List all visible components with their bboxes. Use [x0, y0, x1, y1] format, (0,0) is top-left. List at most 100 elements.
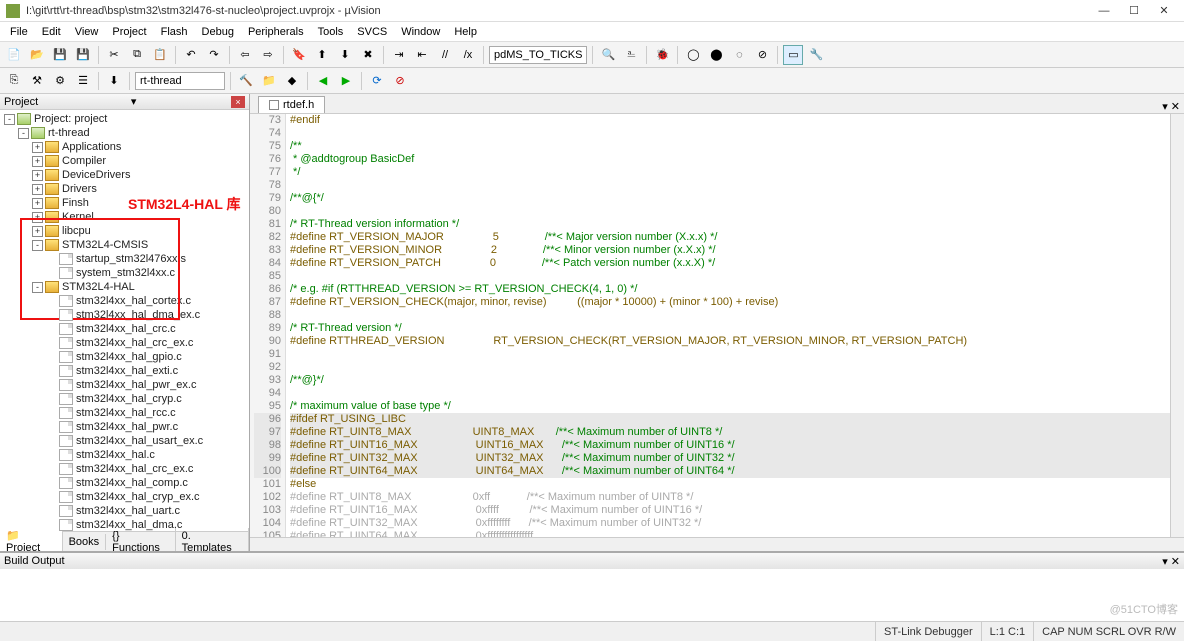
- incremental-find-icon[interactable]: ⎁: [621, 45, 641, 65]
- find-combo[interactable]: pdMS_TO_TICKS: [489, 46, 587, 64]
- close-button[interactable]: ✕: [1150, 2, 1178, 20]
- debug-icon[interactable]: 🐞: [652, 45, 672, 65]
- tree-node[interactable]: -STM32L4-HAL: [0, 280, 249, 294]
- bookmark-prev-icon[interactable]: ⬆: [312, 45, 332, 65]
- save-icon[interactable]: 💾: [50, 45, 70, 65]
- code-editor[interactable]: #endif/** * @addtogroup BasicDef *//**@{…: [286, 114, 1184, 537]
- batch-build-icon[interactable]: ☰: [73, 71, 93, 91]
- panel-pin-icon[interactable]: ▾ ✕: [1162, 555, 1180, 568]
- breakpoint-kill-icon[interactable]: ⊘: [752, 45, 772, 65]
- manage-icon[interactable]: ◆: [282, 71, 302, 91]
- menu-window[interactable]: Window: [395, 24, 446, 40]
- uncomment-icon[interactable]: /x: [458, 45, 478, 65]
- copy-icon[interactable]: ⧉: [127, 45, 147, 65]
- rebuild-icon[interactable]: ⚙: [50, 71, 70, 91]
- menu-edit[interactable]: Edit: [36, 24, 67, 40]
- open-icon[interactable]: 📂: [27, 45, 47, 65]
- titlebar: I:\git\rtt\rt-thread\bsp\stm32\stm32l476…: [0, 0, 1184, 22]
- paste-icon[interactable]: 📋: [150, 45, 170, 65]
- new-file-icon[interactable]: 📄: [4, 45, 24, 65]
- undo-icon[interactable]: ↶: [181, 45, 201, 65]
- tree-node[interactable]: stm32l4xx_hal_gpio.c: [0, 350, 249, 364]
- breakpoint-enable-icon[interactable]: ⬤: [706, 45, 726, 65]
- panel-pin-icon[interactable]: ▾: [131, 95, 137, 108]
- target-combo[interactable]: rt-thread: [135, 72, 225, 90]
- vertical-scrollbar[interactable]: [1170, 114, 1184, 537]
- nav-back-icon[interactable]: ⇦: [235, 45, 255, 65]
- tree-node[interactable]: stm32l4xx_hal.c: [0, 448, 249, 462]
- tree-node[interactable]: stm32l4xx_hal_rcc.c: [0, 406, 249, 420]
- tree-node[interactable]: stm32l4xx_hal_dma_ex.c: [0, 308, 249, 322]
- breakpoint-icon[interactable]: ◯: [683, 45, 703, 65]
- menu-help[interactable]: Help: [448, 24, 483, 40]
- menu-view[interactable]: View: [69, 24, 105, 40]
- window-icon[interactable]: ▭: [783, 45, 803, 65]
- find-icon[interactable]: 🔍: [598, 45, 618, 65]
- bookmark-next-icon[interactable]: ⬇: [335, 45, 355, 65]
- tree-node[interactable]: stm32l4xx_hal_crc_ex.c: [0, 336, 249, 350]
- menu-debug[interactable]: Debug: [196, 24, 240, 40]
- tree-node[interactable]: stm32l4xx_hal_pwr.c: [0, 420, 249, 434]
- menu-project[interactable]: Project: [106, 24, 152, 40]
- indent-icon[interactable]: ⇥: [389, 45, 409, 65]
- tree-node[interactable]: stm32l4xx_hal_dma.c: [0, 518, 249, 531]
- tree-node[interactable]: system_stm32l4xx.c: [0, 266, 249, 280]
- breakpoint-disable-icon[interactable]: ◌: [729, 45, 749, 65]
- build-icon[interactable]: ⚒: [27, 71, 47, 91]
- project-tab[interactable]: Books: [63, 534, 107, 550]
- options-icon[interactable]: 🔨: [236, 71, 256, 91]
- editor-tab-label: rtdef.h: [283, 99, 314, 111]
- outdent-icon[interactable]: ⇤: [412, 45, 432, 65]
- tree-node[interactable]: stm32l4xx_hal_pwr_ex.c: [0, 378, 249, 392]
- tree-node[interactable]: stm32l4xx_hal_comp.c: [0, 476, 249, 490]
- statusbar: ST-Link Debugger L:1 C:1 CAP NUM SCRL OV…: [0, 621, 1184, 641]
- tree-node[interactable]: +Applications: [0, 140, 249, 154]
- tree-node[interactable]: stm32l4xx_hal_cryp.c: [0, 392, 249, 406]
- tree-node[interactable]: stm32l4xx_hal_uart.c: [0, 504, 249, 518]
- tree-node[interactable]: -rt-thread: [0, 126, 249, 140]
- menu-svcs[interactable]: SVCS: [351, 24, 393, 40]
- translate-icon[interactable]: ⎘: [4, 71, 24, 91]
- prev-icon[interactable]: ◀: [313, 71, 333, 91]
- cut-icon[interactable]: ✂: [104, 45, 124, 65]
- save-all-icon[interactable]: 💾: [73, 45, 93, 65]
- tree-node[interactable]: stm32l4xx_hal_usart_ex.c: [0, 434, 249, 448]
- tree-node[interactable]: stm32l4xx_hal_cryp_ex.c: [0, 490, 249, 504]
- menu-file[interactable]: File: [4, 24, 34, 40]
- menu-flash[interactable]: Flash: [155, 24, 194, 40]
- tree-node[interactable]: stm32l4xx_hal_crc_ex.c: [0, 462, 249, 476]
- tree-node[interactable]: -Project: project: [0, 112, 249, 126]
- menu-peripherals[interactable]: Peripherals: [242, 24, 310, 40]
- maximize-button[interactable]: ☐: [1120, 2, 1148, 20]
- build-output-body[interactable]: [0, 569, 1184, 621]
- nav-fwd-icon[interactable]: ⇨: [258, 45, 278, 65]
- config-icon[interactable]: 🔧: [806, 45, 826, 65]
- file-ext-icon[interactable]: 📁: [259, 71, 279, 91]
- tree-node[interactable]: +libcpu: [0, 224, 249, 238]
- panel-close-icon[interactable]: ×: [231, 96, 245, 108]
- tree-node[interactable]: stm32l4xx_hal_crc.c: [0, 322, 249, 336]
- bookmark-clear-icon[interactable]: ✖: [358, 45, 378, 65]
- annotation-label: STM32L4-HAL 库: [128, 194, 241, 214]
- comment-icon[interactable]: //: [435, 45, 455, 65]
- stop-icon[interactable]: ⊘: [390, 71, 410, 91]
- tree-node[interactable]: startup_stm32l476xx.s: [0, 252, 249, 266]
- redo-icon[interactable]: ↷: [204, 45, 224, 65]
- editor-tab-active[interactable]: rtdef.h: [258, 96, 325, 113]
- download-icon[interactable]: ⬇: [104, 71, 124, 91]
- minimize-button[interactable]: —: [1090, 2, 1118, 20]
- tree-node[interactable]: stm32l4xx_hal_cortex.c: [0, 294, 249, 308]
- tree-node[interactable]: -STM32L4-CMSIS: [0, 238, 249, 252]
- tab-dropdown-icon[interactable]: ▾ ✕: [1158, 100, 1184, 113]
- menu-tools[interactable]: Tools: [312, 24, 350, 40]
- tree-node[interactable]: +Compiler: [0, 154, 249, 168]
- window-title: I:\git\rtt\rt-thread\bsp\stm32\stm32l476…: [26, 5, 1090, 17]
- next-icon[interactable]: ▶: [336, 71, 356, 91]
- horizontal-scrollbar[interactable]: [250, 537, 1184, 551]
- refresh-icon[interactable]: ⟳: [367, 71, 387, 91]
- tree-node[interactable]: stm32l4xx_hal_exti.c: [0, 364, 249, 378]
- build-output-panel: Build Output ▾ ✕: [0, 551, 1184, 621]
- project-tree[interactable]: STM32L4-HAL 库 -Project: project-rt-threa…: [0, 110, 249, 531]
- tree-node[interactable]: +DeviceDrivers: [0, 168, 249, 182]
- bookmark-icon[interactable]: 🔖: [289, 45, 309, 65]
